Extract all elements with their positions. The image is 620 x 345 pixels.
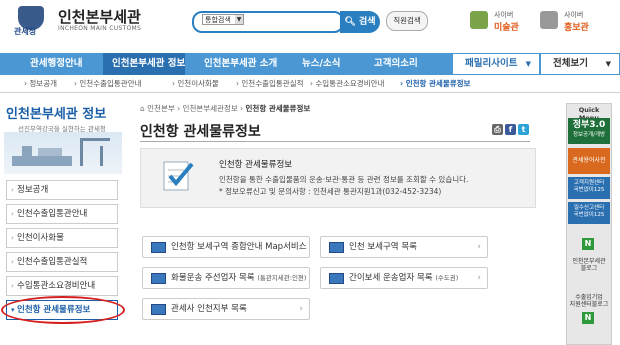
twitter-icon[interactable]: t — [518, 124, 529, 135]
subnav-item-disclosure[interactable]: › 정보공개 — [24, 78, 57, 89]
quick-customer-center[interactable]: 고객지원센터 국번없이125 — [568, 177, 610, 199]
link-bonded-area-map[interactable]: 인천항 보세구역 종합안내 Map서비스 › — [142, 236, 310, 258]
nav-item-incheon-intro[interactable]: 인천본부세관 소개 — [204, 53, 277, 75]
chevron-right-icon: › — [477, 273, 481, 283]
nav-item-incheon-info[interactable]: 인천본부세관 정보 — [112, 53, 185, 75]
cyber-pr-link[interactable]: 사이버 홍보관 — [540, 9, 600, 33]
link-customs-broker-list[interactable]: 관세사 인천지부 목록 › — [142, 298, 310, 320]
checklist-icon — [163, 161, 194, 191]
museum-icon — [470, 11, 488, 29]
full-view-button[interactable]: 전체보기 ▼ — [540, 53, 620, 75]
quick-gov30[interactable]: 정부3.0 정보공개/개방 — [568, 118, 610, 144]
logo-subtitle: 관세청 — [14, 27, 37, 36]
chevron-right-icon: › — [299, 304, 303, 314]
nav-item-customs-guide[interactable]: 관세행정안내 — [30, 53, 82, 75]
chevron-right-icon: › — [299, 273, 303, 283]
chevron-right-icon: › — [299, 242, 303, 252]
quick-blog-incheon[interactable]: 인천본부세관 블로그 — [568, 258, 610, 272]
info-title: 인천항 관세물류정보 — [219, 160, 293, 170]
monitor-icon — [329, 273, 344, 284]
sidebar-item-clearance-stats[interactable]: › 인천수출입통관실적 — [6, 252, 118, 272]
monitor-icon — [151, 304, 166, 315]
full-view-label: 전체보기 — [553, 58, 588, 69]
chevron-down-icon: ▼ — [605, 60, 611, 68]
family-site-select[interactable]: 패밀리사이트 ▼ — [452, 53, 540, 75]
breadcrumb-item[interactable]: 인천본부 — [147, 104, 175, 113]
facebook-icon[interactable]: f — [505, 124, 516, 135]
nav-item-news[interactable]: 뉴스/소식 — [302, 53, 340, 75]
sidebar-item-clearance-cost[interactable]: › 수입통관소요경비안내 — [6, 276, 118, 296]
sidebar-title: 인천본부세관 정보 — [6, 107, 107, 122]
search-icon: 🔍︎ — [344, 17, 356, 27]
search-scope-select[interactable]: 통합검색 ▼ — [202, 14, 244, 25]
quick-dictionary[interactable]: 관세용어사전 — [568, 148, 610, 174]
search-scope-value: 통합검색 — [205, 16, 231, 24]
cyber-museum-link[interactable]: 사이버 미술관 — [470, 9, 530, 33]
chevron-down-icon: ▼ — [235, 15, 243, 24]
staff-search-button[interactable]: 직원검색 — [386, 11, 428, 31]
breadcrumb-current: 인천항 관세물류정보 — [245, 104, 311, 113]
home-icon[interactable]: ⌂ — [140, 104, 145, 113]
info-contact: * 정보오류신고 및 문의사항 : 인천세관 통관지원1과(032-452-32… — [219, 187, 442, 196]
chevron-down-icon: ▼ — [525, 60, 531, 68]
brand-english-name: INCHEON MAIN CUSTOMS — [58, 25, 142, 32]
search-button-label: 검색 — [359, 17, 376, 27]
cyber-museum-line2: 미술관 — [494, 23, 519, 33]
subnav-item-clearance-guide[interactable]: › 인천수출입통관안내 — [74, 78, 142, 89]
search-button[interactable]: 🔍︎ 검색 — [340, 11, 380, 33]
subnav-item-moving-goods[interactable]: › 인천이사화물 — [172, 78, 219, 89]
sidebar-item-moving-goods[interactable]: › 인천이사화물 — [6, 228, 118, 248]
naver-blog-icon[interactable]: N — [582, 312, 594, 324]
page-title: 인천항 관세물류정보 — [140, 124, 261, 140]
print-icon[interactable]: ⎙ — [492, 124, 503, 135]
pr-hall-icon — [540, 11, 558, 29]
subnav-item-logistics-info[interactable]: › 인천항 관세물류정보 — [400, 78, 470, 89]
brand-title[interactable]: 인천본부세관 — [58, 6, 141, 27]
subnav-item-clearance-cost[interactable]: › 수입통관소요경비안내 — [310, 78, 384, 89]
monitor-icon — [329, 242, 344, 253]
naver-blog-icon[interactable]: N — [582, 238, 594, 250]
cyber-pr-line1: 사이버 — [564, 11, 584, 19]
chevron-right-icon: › — [477, 242, 481, 252]
link-bonded-area-list[interactable]: 인천 보세구역 목록 › — [320, 236, 488, 258]
link-bonded-carrier-list[interactable]: 간이보세 운송업자 목록 (수도권) › — [320, 267, 488, 289]
sidebar-item-clearance-guide[interactable]: › 인천수출입통관안내 — [6, 204, 118, 224]
family-site-label: 패밀리사이트 — [465, 58, 518, 69]
subnav-item-clearance-stats[interactable]: › 인천수출입통관실적 — [236, 78, 304, 89]
cyber-museum-line1: 사이버 — [494, 11, 514, 19]
highlight-ellipse — [1, 296, 125, 324]
quick-smuggling-report[interactable]: 밀수신고센터 국번없이125 — [568, 202, 610, 224]
cyber-pr-line2: 홍보관 — [564, 23, 589, 33]
port-illustration — [4, 132, 122, 174]
monitor-icon — [151, 273, 166, 284]
quick-blog-trade-support[interactable]: 수출입기업 지원센터블로그 — [568, 294, 610, 308]
monitor-icon — [151, 242, 166, 253]
breadcrumb-item[interactable]: 인천본부세관정보 — [183, 104, 238, 113]
info-description: 인천항을 통한 수출입물품의 운송·보관·통관 등 관련 정보를 조회할 수 있… — [219, 175, 469, 184]
title-divider — [140, 141, 530, 142]
link-freight-forwarder-list[interactable]: 화물운송 주선업자 목록 (통관지세관:인천) › — [142, 267, 310, 289]
breadcrumb: ⌂ 인천본부 › 인천본부세관정보 › 인천항 관세물류정보 — [140, 104, 311, 113]
sidebar-item-disclosure[interactable]: › 정보공개 — [6, 180, 118, 200]
nav-item-voice[interactable]: 고객의소리 — [374, 53, 418, 75]
